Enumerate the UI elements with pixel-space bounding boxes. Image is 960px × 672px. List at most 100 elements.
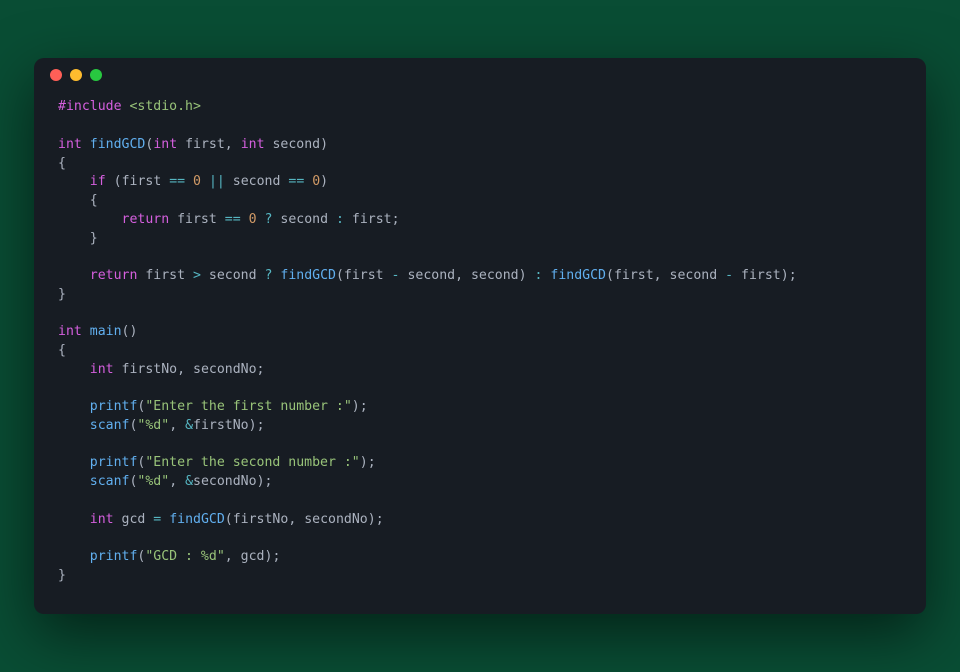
code-token: (	[606, 268, 614, 283]
code-token: ;	[789, 268, 797, 283]
code-token: int	[58, 324, 82, 339]
code-token: ;	[272, 549, 280, 564]
code-token	[527, 268, 535, 283]
code-token: second	[201, 268, 265, 283]
code-token: {	[58, 343, 66, 358]
code-token: -	[392, 268, 400, 283]
code-token: second	[272, 212, 336, 227]
code-token	[106, 174, 114, 189]
code-token: return	[90, 268, 138, 283]
code-token: (	[336, 268, 344, 283]
code-token: int	[241, 137, 265, 152]
code-token: first	[177, 137, 225, 152]
code-token: #include	[58, 99, 129, 114]
code-token: )	[320, 137, 328, 152]
code-token: ,	[225, 549, 233, 564]
code-token	[177, 474, 185, 489]
code-token: first	[344, 212, 392, 227]
code-token: int	[90, 512, 114, 527]
code-token	[58, 212, 122, 227]
code-token: ,	[177, 362, 185, 377]
code-token: printf	[90, 455, 138, 470]
code-token: second	[225, 174, 289, 189]
zoom-icon[interactable]	[90, 69, 102, 81]
code-token: first	[137, 268, 193, 283]
code-token: >	[193, 268, 201, 283]
code-token: (	[114, 174, 122, 189]
code-token	[82, 137, 90, 152]
code-token	[58, 399, 90, 414]
code-token: main	[90, 324, 122, 339]
code-token: secondNo	[193, 474, 257, 489]
code-token: )	[368, 512, 376, 527]
code-token	[241, 212, 249, 227]
code-token: {	[58, 193, 98, 208]
code-token: printf	[90, 399, 138, 414]
code-token: scanf	[90, 474, 130, 489]
code-token: ==	[225, 212, 241, 227]
code-token: "Enter the first number :"	[145, 399, 351, 414]
code-token: second	[463, 268, 519, 283]
code-block: #include <stdio.h> int findGCD(int first…	[34, 92, 926, 613]
code-token: secondNo	[185, 362, 256, 377]
code-token: )	[257, 474, 265, 489]
code-token: ;	[257, 362, 265, 377]
code-token: ,	[169, 474, 177, 489]
code-token: }	[58, 568, 66, 583]
code-token: ;	[376, 512, 384, 527]
code-token	[58, 455, 90, 470]
code-token: ,	[225, 137, 233, 152]
code-token: ;	[265, 474, 273, 489]
code-token	[58, 512, 90, 527]
code-token: gcd	[114, 512, 154, 527]
code-token	[58, 418, 90, 433]
code-token: 0	[312, 174, 320, 189]
code-token	[201, 174, 209, 189]
code-token: {	[58, 156, 66, 171]
code-token	[58, 174, 90, 189]
code-token: "%d"	[137, 418, 169, 433]
code-window: #include <stdio.h> int findGCD(int first…	[34, 58, 926, 613]
code-token: )	[249, 418, 257, 433]
code-token: 0	[193, 174, 201, 189]
code-token	[58, 268, 90, 283]
code-token: gcd	[233, 549, 265, 564]
code-token	[185, 174, 193, 189]
code-token: second	[662, 268, 726, 283]
code-token: "%d"	[137, 474, 169, 489]
code-token: findGCD	[550, 268, 606, 283]
code-token: }	[58, 287, 66, 302]
code-token: ==	[169, 174, 185, 189]
code-token: :	[336, 212, 344, 227]
code-token: findGCD	[169, 512, 225, 527]
code-token: ;	[360, 399, 368, 414]
code-token: ==	[288, 174, 304, 189]
code-token: second	[265, 137, 321, 152]
close-icon[interactable]	[50, 69, 62, 81]
code-token: scanf	[90, 418, 130, 433]
code-token: int	[153, 137, 177, 152]
code-token: &	[185, 418, 193, 433]
code-token: )	[781, 268, 789, 283]
code-token: firstNo	[193, 418, 249, 433]
code-token: second	[400, 268, 456, 283]
code-token	[233, 137, 241, 152]
minimize-icon[interactable]	[70, 69, 82, 81]
code-token: int	[90, 362, 114, 377]
code-token: firstNo	[233, 512, 289, 527]
code-token: ,	[455, 268, 463, 283]
code-token: ,	[169, 418, 177, 433]
code-token: first	[733, 268, 781, 283]
code-token: }	[58, 231, 98, 246]
code-token: int	[58, 137, 82, 152]
code-token: 0	[249, 212, 257, 227]
code-token	[257, 212, 265, 227]
code-token: )	[519, 268, 527, 283]
code-token	[58, 474, 90, 489]
code-token: findGCD	[90, 137, 146, 152]
code-token: ;	[392, 212, 400, 227]
code-token: return	[122, 212, 170, 227]
code-token: first	[169, 212, 225, 227]
code-token	[82, 324, 90, 339]
code-token: ()	[122, 324, 138, 339]
